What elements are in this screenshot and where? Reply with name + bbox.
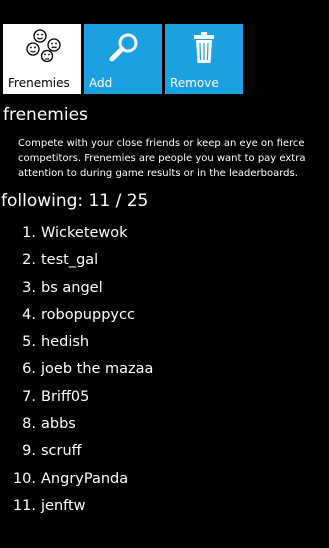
item-name: jenftw bbox=[41, 497, 86, 514]
trash-can-icon bbox=[194, 32, 214, 63]
add-label: Add bbox=[89, 76, 113, 90]
item-name: Wicketewok bbox=[41, 225, 128, 241]
item-name: bs angel bbox=[41, 279, 103, 296]
item-name: test_gal bbox=[41, 252, 99, 269]
list-item[interactable]: 1. Wicketewok bbox=[0, 222, 329, 249]
item-name: joeb the mazaa bbox=[41, 361, 154, 378]
item-number: 5. bbox=[22, 334, 36, 351]
item-number: 4. bbox=[22, 306, 36, 323]
section-description: Compete with your close friends or keep … bbox=[18, 138, 306, 179]
list-item[interactable]: 5. hedish bbox=[0, 331, 329, 358]
item-name: AngryPanda bbox=[41, 470, 129, 487]
item-number: 6. bbox=[22, 361, 36, 378]
list-item[interactable]: 10. AngryPanda bbox=[0, 468, 329, 495]
list-item[interactable]: 9. scruff bbox=[0, 440, 329, 467]
following-count: following: 11 / 25 bbox=[1, 191, 149, 211]
remove-label: Remove bbox=[170, 76, 219, 90]
item-number: 7. bbox=[22, 388, 36, 405]
frenemies-list: 1. Wicketewok 2. test_gal 3. bs angel 4. rob… bbox=[0, 222, 329, 522]
item-number: 2. bbox=[22, 252, 36, 269]
item-name: hedish bbox=[41, 334, 90, 351]
frenemies-button[interactable]: Frenemies bbox=[3, 24, 81, 94]
magnifier-icon bbox=[109, 33, 138, 62]
toolbar: Frenemies Add Remove bbox=[3, 24, 243, 94]
list-item[interactable]: 6. joeb the mazaa bbox=[0, 358, 329, 385]
list-item[interactable]: 2. test_gal bbox=[0, 249, 329, 276]
item-number: 3. bbox=[22, 279, 36, 296]
item-name: scruff bbox=[41, 443, 82, 460]
item-name: Briff05 bbox=[41, 388, 90, 405]
list-item[interactable]: 7. Briff05 bbox=[0, 386, 329, 413]
item-name: abbs bbox=[41, 416, 76, 433]
add-button[interactable]: Add bbox=[84, 24, 162, 94]
frenemies-label: Frenemies bbox=[8, 76, 70, 90]
list-item[interactable]: 11. jenftw bbox=[0, 495, 329, 522]
item-number: 9. bbox=[22, 443, 36, 460]
item-number: 1. bbox=[22, 225, 36, 241]
item-number: 11. bbox=[12, 497, 36, 514]
section-title: frenemies bbox=[3, 105, 88, 125]
smiley-faces-icon bbox=[26, 29, 61, 62]
list-item[interactable]: 4. robopuppycc bbox=[0, 304, 329, 331]
item-name: robopuppycc bbox=[41, 306, 135, 323]
list-item[interactable]: 3. bs angel bbox=[0, 277, 329, 304]
item-number: 10. bbox=[12, 470, 36, 487]
list-item[interactable]: 8. abbs bbox=[0, 413, 329, 440]
item-number: 8. bbox=[22, 416, 36, 433]
remove-button[interactable]: Remove bbox=[165, 24, 243, 94]
